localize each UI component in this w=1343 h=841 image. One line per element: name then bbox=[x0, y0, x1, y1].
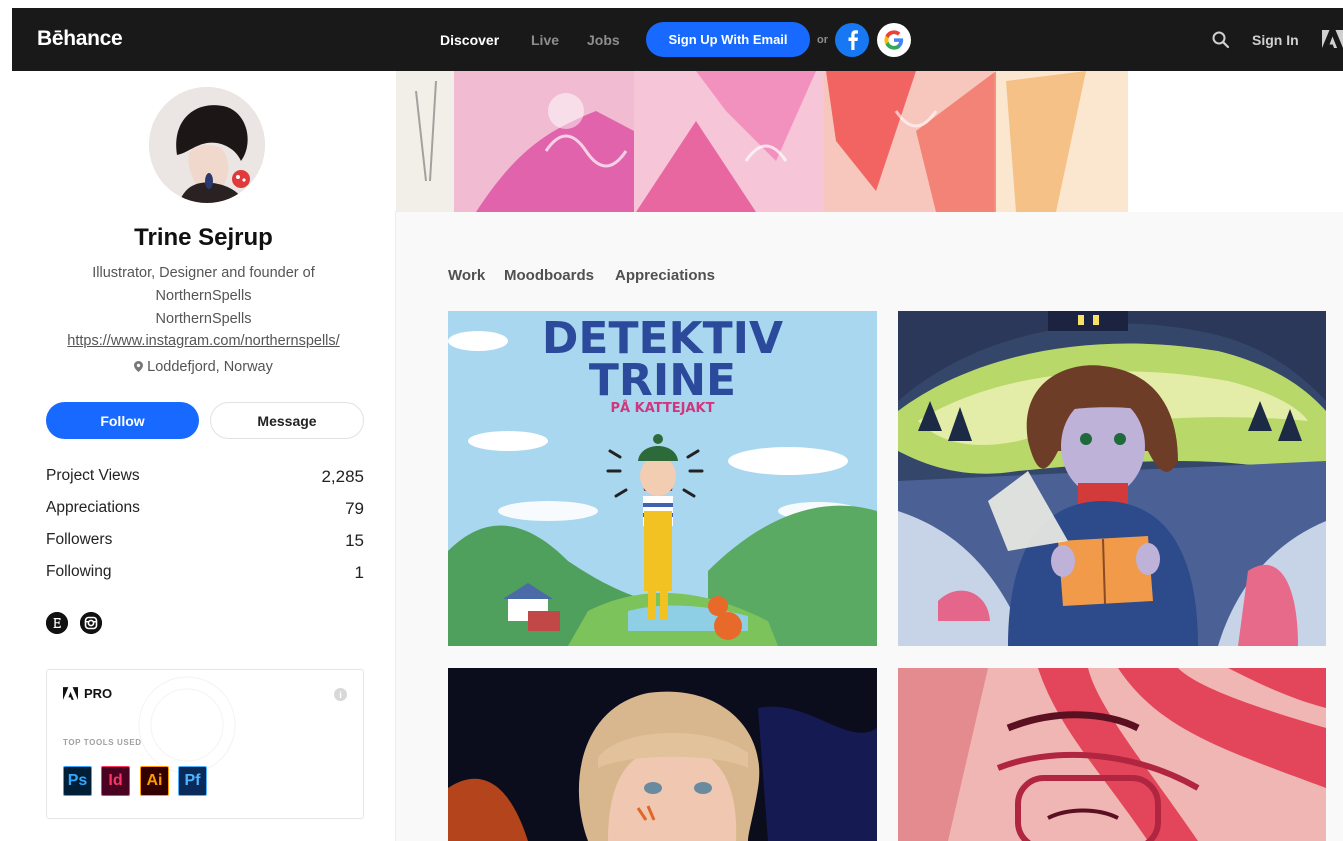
sign-in-link[interactable]: Sign In bbox=[1252, 32, 1299, 48]
project-subtitle: PÅ KATTEJAKT bbox=[610, 401, 715, 416]
google-icon bbox=[884, 30, 904, 50]
follow-button[interactable]: Follow bbox=[46, 402, 199, 439]
avatar[interactable] bbox=[149, 87, 265, 203]
project-tile-girl-reading[interactable] bbox=[898, 311, 1326, 646]
behance-logo[interactable]: Bēhance bbox=[37, 27, 123, 51]
stat-label: Followers bbox=[46, 531, 113, 548]
search-icon[interactable] bbox=[1211, 30, 1231, 50]
nav-discover[interactable]: Discover bbox=[440, 32, 499, 48]
stat-project-views: Project Views 2,285 bbox=[46, 467, 364, 487]
stat-value: 79 bbox=[345, 499, 364, 518]
top-navigation-bar: Bēhance Discover Live Jobs Sign Up With … bbox=[12, 8, 1343, 71]
stat-appreciations: Appreciations 79 bbox=[46, 499, 364, 519]
stat-value: 1 bbox=[354, 563, 364, 582]
top-tools-label: TOP TOOLS USED bbox=[63, 738, 142, 747]
stat-value: 2,285 bbox=[321, 467, 364, 486]
facebook-icon bbox=[848, 30, 858, 50]
profile-sidebar: Trine Sejrup Illustrator, Designer and f… bbox=[12, 71, 395, 841]
project-cover-illustration bbox=[898, 668, 1326, 841]
profile-bio-line1: Illustrator, Designer and founder of bbox=[92, 265, 315, 281]
location-pin-icon bbox=[134, 361, 144, 372]
photoshop-icon[interactable]: Ps bbox=[63, 766, 92, 796]
profile-name: Trine Sejrup bbox=[134, 224, 273, 251]
tab-moodboards[interactable]: Moodboards bbox=[504, 267, 594, 284]
instagram-glyph bbox=[80, 612, 102, 634]
location-text: Loddefjord, Norway bbox=[147, 359, 273, 375]
etsy-glyph bbox=[46, 612, 68, 634]
stat-label: Project Views bbox=[46, 467, 140, 484]
stat-followers[interactable]: Followers 15 bbox=[46, 531, 364, 551]
publisher-icon[interactable]: Pf bbox=[178, 766, 207, 796]
pro-badge: PRO bbox=[63, 686, 112, 701]
etsy-icon[interactable] bbox=[46, 612, 68, 634]
adobe-icon bbox=[63, 687, 78, 700]
project-tile-detektiv-trine[interactable]: DETEKTIV TRINE PÅ KATTEJAKT bbox=[448, 311, 877, 646]
project-tile-glasses-illustration[interactable] bbox=[898, 668, 1326, 841]
tab-appreciations[interactable]: Appreciations bbox=[615, 267, 715, 284]
pro-label: PRO bbox=[84, 686, 113, 701]
stat-following[interactable]: Following 1 bbox=[46, 563, 364, 583]
adobe-pro-card: PRO i TOP TOOLS USED Ps Id Ai Pf bbox=[46, 669, 364, 819]
tab-work[interactable]: Work bbox=[448, 267, 485, 284]
google-login-button[interactable] bbox=[877, 23, 911, 57]
profile-banner-image bbox=[396, 71, 1343, 212]
profile-location: Loddefjord, Norway bbox=[12, 359, 395, 375]
indesign-icon[interactable]: Id bbox=[101, 766, 130, 796]
or-label: or bbox=[817, 34, 828, 46]
adobe-icon[interactable] bbox=[1322, 30, 1343, 48]
info-icon[interactable]: i bbox=[334, 688, 347, 701]
stat-label: Following bbox=[46, 563, 112, 580]
project-cover-illustration bbox=[898, 311, 1326, 646]
avatar-photo bbox=[149, 87, 265, 203]
nav-live[interactable]: Live bbox=[531, 32, 559, 48]
facebook-login-button[interactable] bbox=[835, 23, 869, 57]
profile-company: NorthernSpells bbox=[155, 311, 252, 327]
project-tile-portrait-photo[interactable] bbox=[448, 668, 877, 841]
stat-value: 15 bbox=[345, 531, 364, 550]
sign-up-with-email-button[interactable]: Sign Up With Email bbox=[646, 22, 810, 57]
instagram-icon[interactable] bbox=[80, 612, 102, 634]
profile-bio-line2: NorthernSpells bbox=[155, 288, 252, 304]
nav-jobs[interactable]: Jobs bbox=[587, 32, 620, 48]
banner-illustration bbox=[396, 71, 1128, 212]
profile-website-link[interactable]: https://www.instagram.com/northernspells… bbox=[12, 333, 395, 349]
stat-label: Appreciations bbox=[46, 499, 140, 516]
project-title-line2: TRINE bbox=[588, 355, 737, 406]
illustrator-icon[interactable]: Ai bbox=[140, 766, 169, 796]
project-cover-photo bbox=[448, 668, 877, 841]
message-button[interactable]: Message bbox=[210, 402, 364, 439]
